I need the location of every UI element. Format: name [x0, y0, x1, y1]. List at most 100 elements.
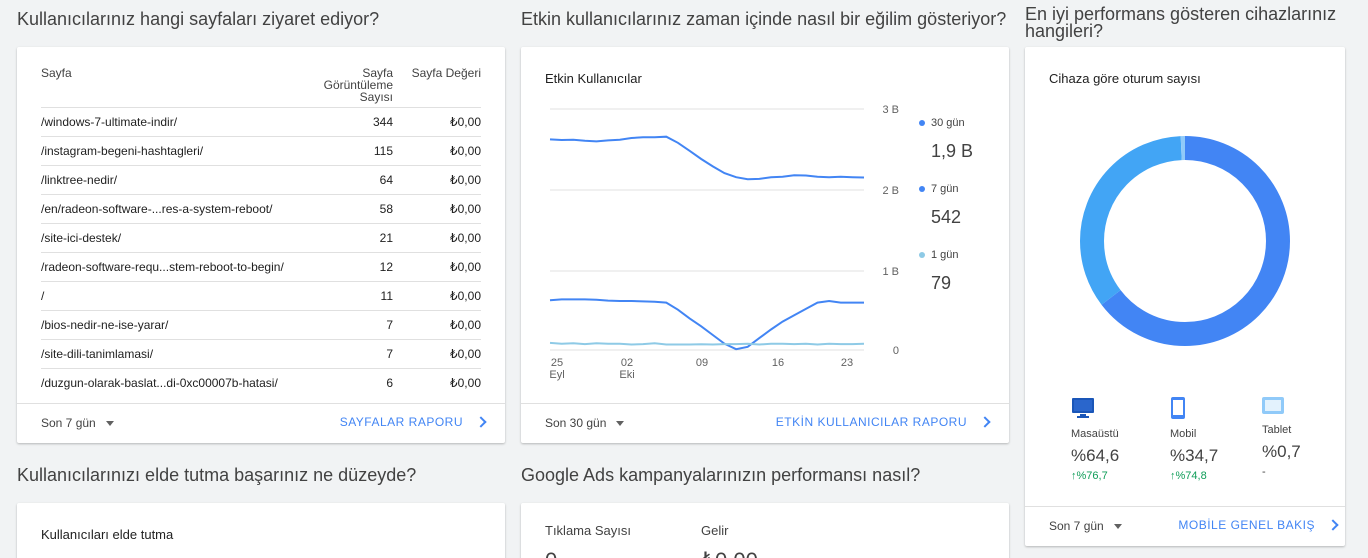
legend-dot-icon: [919, 120, 925, 126]
page-value-cell: ₺0,00: [393, 194, 481, 224]
devices-report-link[interactable]: MOBİLE GENEL BAKIŞ: [1178, 518, 1339, 532]
x-tick-sublabel: Eyl: [549, 369, 564, 381]
y-tick-label: 0: [893, 345, 899, 357]
col-views-header: Sayfa Görüntüleme Sayısı: [323, 66, 393, 104]
tablet-pct: %0,7: [1262, 442, 1301, 461]
page-views-cell: 21: [303, 223, 393, 253]
devices-range-label: Son 7 gün: [1049, 519, 1104, 533]
active-footer: Son 30 gün ETKİN KULLANICILAR RAPORU: [521, 403, 1009, 443]
legend-value: 79: [931, 273, 952, 293]
mobile-change: ↑%74,8: [1170, 470, 1207, 482]
question-pages: Kullanıcılarınız hangi sayfaları ziyaret…: [17, 9, 380, 29]
page-path-cell: /radeon-software-requ...stem-reboot-to-b…: [41, 252, 303, 282]
ads-revenue-value: ₺0,00: [701, 548, 758, 558]
device-tablet: Tablet %0,7 -: [1262, 397, 1301, 478]
page-views-cell: 58: [303, 194, 393, 224]
page-path-cell: /windows-7-ultimate-indir/: [41, 107, 303, 137]
page-value-cell: ₺0,00: [393, 339, 481, 369]
table-row[interactable]: /site-dili-tanimlamasi/7 ₺0,00: [41, 339, 481, 369]
x-tick-label: 25: [551, 357, 563, 369]
devices-title: Cihaza göre oturum sayısı: [1049, 71, 1201, 86]
pages-report-link[interactable]: SAYFALAR RAPORU: [339, 415, 487, 429]
active-report-link[interactable]: ETKİN KULLANICILAR RAPORU: [775, 415, 991, 429]
mobile-label: Mobil: [1170, 428, 1197, 440]
page-views-cell: 344: [303, 107, 393, 137]
legend-item: 7 gün: [919, 183, 959, 195]
table-row[interactable]: /windows-7-ultimate-indir/344 ₺0,00: [41, 107, 481, 137]
caret-down-icon: [616, 420, 625, 426]
tablet-icon: [1262, 397, 1284, 414]
pages-table: Sayfa Sayfa Görüntüleme Sayısı Sayfa Değ…: [41, 67, 481, 398]
desktop-change: ↑%76,7: [1071, 470, 1108, 482]
ads-revenue-header: Gelir: [701, 523, 729, 538]
page-path-cell: /site-dili-tanimlamasi/: [41, 339, 303, 369]
table-row[interactable]: /instagram-begeni-hashtagleri/115 ₺0,00: [41, 136, 481, 166]
legend-label: 7 gün: [931, 183, 959, 195]
page-path-cell: /site-ici-destek/: [41, 223, 303, 253]
caret-down-icon: [105, 420, 114, 426]
table-row[interactable]: /duzgun-olarak-baslat...di-0xc00007b-hat…: [41, 368, 481, 398]
devices-report-label: MOBİLE GENEL BAKIŞ: [1178, 518, 1315, 532]
tablet-label: Tablet: [1262, 424, 1292, 436]
page-path-cell: /bios-nedir-ne-ise-yarar/: [41, 310, 303, 340]
chevron-right-icon: [475, 416, 487, 428]
table-row[interactable]: /site-ici-destek/21 ₺0,00: [41, 223, 481, 253]
ads-card: Tıklama Sayısı Gelir 0 ₺0,00: [521, 503, 1009, 558]
page-views-cell: 115: [303, 136, 393, 166]
y-tick-label: 2 B: [882, 185, 899, 197]
caret-down-icon: [1113, 523, 1122, 529]
x-tick-label: 16: [772, 357, 784, 369]
question-trend: Etkin kullanıcılarınız zaman içinde nası…: [521, 9, 1007, 29]
legend-dot-icon: [919, 252, 925, 258]
legend-label: 30 gün: [931, 117, 965, 129]
legend-item: 1 gün: [919, 249, 959, 261]
pages-footer: Son 7 gün SAYFALAR RAPORU: [17, 403, 505, 443]
series-line: [549, 298, 864, 351]
legend-item: 30 gün: [919, 117, 965, 129]
page-views-cell: 7: [303, 339, 393, 369]
desktop-label: Masaüstü: [1071, 428, 1119, 440]
series-line: [549, 341, 865, 346]
ads-clicks-value: 0: [545, 548, 557, 558]
col-page-header: Sayfa: [41, 66, 72, 80]
page-value-cell: ₺0,00: [393, 368, 481, 398]
devices-card: Cihaza göre oturum sayısı Masaüstü %64,6…: [1025, 47, 1345, 546]
page-path-cell: /linktree-nedir/: [41, 165, 303, 195]
devices-range-select[interactable]: Son 7 gün: [1049, 519, 1122, 533]
x-tick-label: 23: [841, 357, 853, 369]
page-value-cell: ₺0,00: [393, 165, 481, 195]
page-value-cell: ₺0,00: [393, 223, 481, 253]
question-retention: Kullanıcılarınızı elde tutma başarınız n…: [17, 465, 417, 485]
question-devices: En iyi performans gösteren cihazlarınız …: [1025, 4, 1337, 41]
y-tick-label: 1 B: [882, 266, 899, 278]
chevron-right-icon: [1327, 519, 1339, 531]
table-row[interactable]: /linktree-nedir/64 ₺0,00: [41, 165, 481, 195]
page-value-cell: ₺0,00: [393, 310, 481, 340]
retention-title: Kullanıcıları elde tutma: [41, 527, 174, 542]
desktop-pct: %64,6: [1071, 446, 1120, 465]
table-row[interactable]: /11 ₺0,00: [41, 281, 481, 311]
x-tick-label: 09: [696, 357, 708, 369]
device-mobile: Mobil %34,7 ↑%74,8: [1170, 397, 1218, 482]
active-range-label: Son 30 gün: [545, 416, 607, 430]
devices-footer: Son 7 gün MOBİLE GENEL BAKIŞ: [1025, 506, 1345, 546]
col-value-header: Sayfa Değeri: [411, 66, 481, 80]
desktop-icon: [1072, 398, 1094, 418]
pages-range-select[interactable]: Son 7 gün: [41, 416, 114, 430]
table-row[interactable]: /bios-nedir-ne-ise-yarar/7 ₺0,00: [41, 310, 481, 340]
mobile-change-value: %74,8: [1175, 470, 1207, 482]
table-row[interactable]: /radeon-software-requ...stem-reboot-to-b…: [41, 252, 481, 282]
page-path-cell: /en/radeon-software-...res-a-system-rebo…: [41, 194, 303, 224]
mobile-icon: [1171, 397, 1185, 419]
active-users-card: Etkin Kullanıcılar 3 B2 B1 B 0 25 Eyl 02 Eki 0…: [521, 47, 1009, 443]
x-tick-label: 02: [621, 357, 633, 369]
mobile-pct: %34,7: [1170, 446, 1219, 465]
table-row[interactable]: /en/radeon-software-...res-a-system-rebo…: [41, 194, 481, 224]
active-report-label: ETKİN KULLANICILAR RAPORU: [775, 415, 967, 429]
page-views-cell: 11: [303, 281, 393, 311]
active-range-select[interactable]: Son 30 gün: [545, 416, 625, 430]
x-tick-sublabel: Eki: [619, 369, 634, 381]
pages-report-label: SAYFALAR RAPORU: [339, 415, 463, 429]
page-views-cell: 6: [303, 368, 393, 398]
device-desktop: Masaüstü %64,6 ↑%76,7: [1071, 397, 1119, 482]
